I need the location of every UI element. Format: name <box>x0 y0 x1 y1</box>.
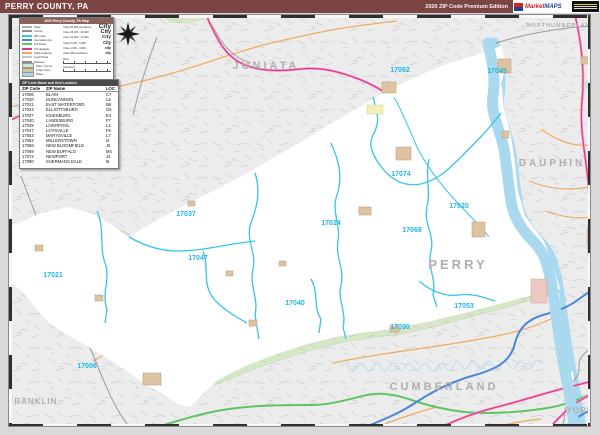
legend-swatch <box>22 26 32 29</box>
legend-swatch <box>22 51 32 54</box>
scale-bar-km: Kilometers <box>63 66 111 73</box>
legend-swatch <box>22 60 32 63</box>
table-cell: I6 <box>106 158 110 164</box>
map-border-ticks-bottom <box>9 423 590 426</box>
legend-swatch <box>22 39 32 42</box>
county-label: FRANKLIN <box>9 397 57 406</box>
scale-bar-miles: Miles <box>63 58 111 65</box>
retailer-badge <box>572 1 599 12</box>
legend-swatch <box>22 43 32 46</box>
county-label: PERRY <box>428 257 487 272</box>
table-cell: 17090 <box>22 158 34 164</box>
legend-item: Water <box>22 71 61 78</box>
zip-code-label: 17006 <box>77 363 97 370</box>
table-cell: SHERMANS DALE <box>46 158 82 164</box>
legend-swatch <box>22 34 32 37</box>
zip-code-label: 17020 <box>449 203 469 210</box>
page: { "header": { "title": "PERRY COUNTY, PA… <box>0 0 600 435</box>
city-size-label: Cities 25,000 - 49,999 <box>63 31 89 35</box>
county-label: NORTHUMBERLAND <box>527 23 592 29</box>
city-size-label: Cities 10,000 - 24,999 <box>63 36 89 40</box>
zip-code-label: 17062 <box>390 67 410 74</box>
city-size-sample: city <box>105 50 112 55</box>
map-title: PERRY COUNTY, PA <box>5 2 89 11</box>
legend-item-label: Water <box>36 72 44 77</box>
city-size-label: Cities 999 and Below <box>63 52 88 56</box>
zip-code-label: 17047 <box>188 255 208 262</box>
zip-code-label: 17090 <box>390 324 410 331</box>
brand-logo: MarketMAPS <box>525 3 562 10</box>
legend-swatch <box>22 47 32 50</box>
brand-flag-icon <box>514 2 523 11</box>
county-label: JUNIATA <box>232 60 299 72</box>
legend-items: State County ZIP Code Interstate Hwy Toll Ro… <box>22 25 61 78</box>
zip-code-label: 17053 <box>454 303 474 310</box>
zip-code-label: 17068 <box>402 227 422 234</box>
county-label: DAUPHIN <box>519 158 586 169</box>
city-size-label: Cities 5,000 - 9,999 <box>63 41 86 45</box>
edition-label: 2020 ZIP Code Premium Edition <box>425 3 508 10</box>
zip-code-label: 17074 <box>391 171 411 178</box>
legend-box: 2020 Perry County, PA Map State County ZIP… <box>19 17 114 81</box>
map-border-ticks-left <box>9 15 12 426</box>
zip-code-label: 17045 <box>487 68 507 75</box>
county-label: CUMBERLAND <box>390 381 499 393</box>
legend-swatch <box>22 30 32 33</box>
zip-table-rows: 17006 BLAIN C7 17020 DUNCANNON L5 17021 EAST WA… <box>20 92 118 164</box>
map-frame: JUNIATA NORTHUMBERLAND DAUPHIN PERRY CUMBERL… <box>8 14 591 427</box>
map-border-ticks-right <box>587 15 590 426</box>
city-size-label: Cities 1,000 - 4,999 <box>63 46 86 50</box>
city-size-row: Cities 999 and Below city <box>63 51 111 56</box>
zip-code-label: 17037 <box>176 211 196 218</box>
city-size-sample: City <box>103 40 111 46</box>
legend-swatch <box>22 56 32 59</box>
city-size-label: Cities 50,000 and Above <box>63 26 92 30</box>
zip-code-label: 17040 <box>285 300 305 307</box>
city-size-sample: city <box>104 45 111 50</box>
legend-swatch <box>22 71 34 78</box>
zip-table: ZIP Code Name and Grid Location ZIP Code… <box>19 79 119 169</box>
zip-code-label: 17021 <box>43 272 63 279</box>
brand-strip: MarketMAPS <box>513 0 600 13</box>
zip-code-label: 17024 <box>321 220 341 227</box>
legend-city-sizes: Cities 50,000 and Above City Cities 25,000… <box>63 24 111 56</box>
title-bar: PERRY COUNTY, PA 2020 ZIP Code Premium E… <box>0 0 513 13</box>
table-row: 17090 SHERMANS DALE I6 <box>20 159 118 164</box>
